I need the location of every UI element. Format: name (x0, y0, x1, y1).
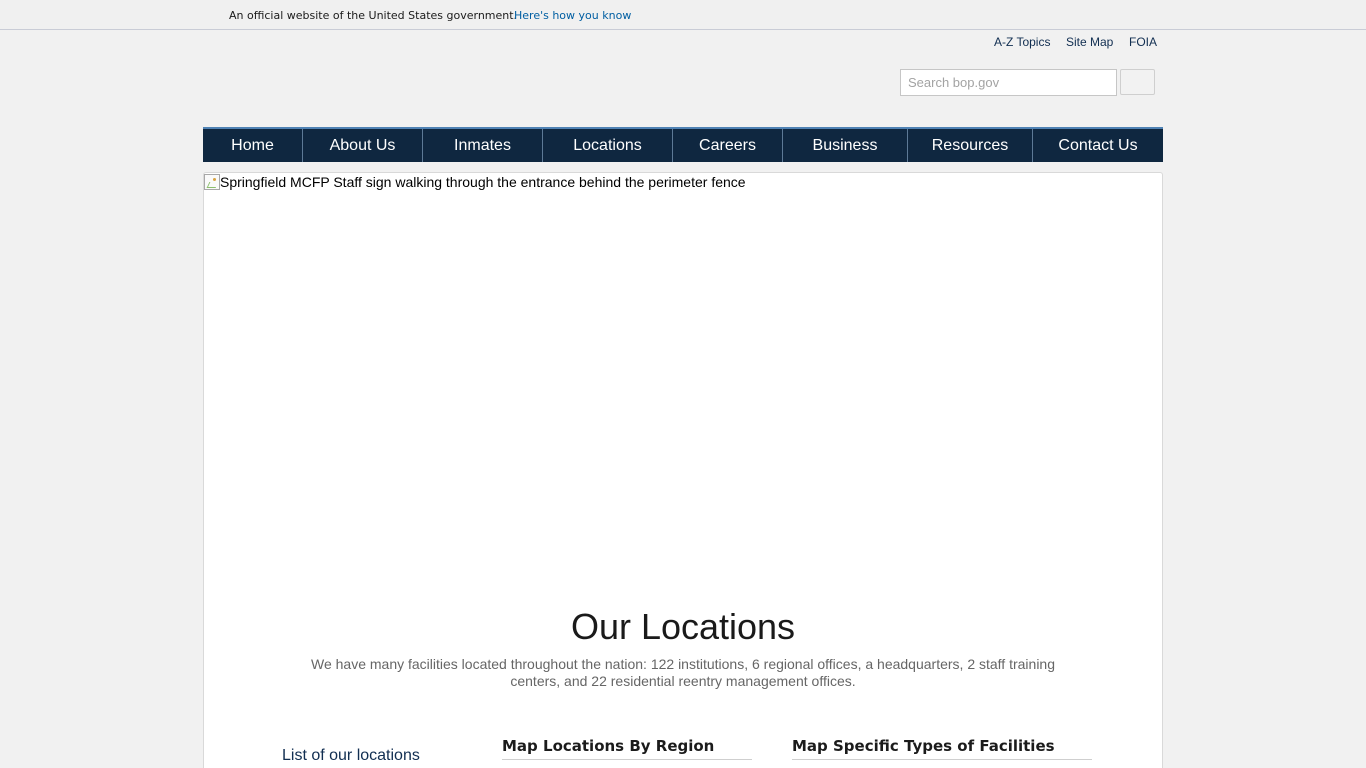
foia-link[interactable]: FOIA (1129, 35, 1157, 49)
nav-locations[interactable]: Locations (543, 129, 673, 162)
utility-links: A-Z Topics Site Map FOIA (994, 35, 1164, 51)
nav-contact-us[interactable]: Contact Us (1033, 129, 1163, 162)
gov-banner: An official website of the United States… (0, 0, 1366, 30)
hero-image: Springfield MCFP Staff sign walking thro… (204, 173, 1162, 195)
hero-alt-text: Springfield MCFP Staff sign walking thro… (220, 174, 746, 190)
list-of-locations-link[interactable]: List of our locations (282, 747, 420, 765)
nav-careers[interactable]: Careers (673, 129, 783, 162)
region-map-heading: Map Locations By Region (502, 737, 752, 760)
nav-inmates[interactable]: Inmates (423, 129, 543, 162)
az-topics-link[interactable]: A-Z Topics (994, 35, 1050, 49)
heres-how-you-know-link[interactable]: Here's how you know (514, 9, 631, 22)
nav-home[interactable]: Home (203, 129, 303, 162)
facility-types-heading: Map Specific Types of Facilities (792, 737, 1092, 760)
page-title: Our Locations (570, 606, 796, 647)
nav-about-us[interactable]: About Us (303, 129, 423, 162)
gov-banner-text: An official website of the United States… (229, 9, 518, 22)
content-panel: Springfield MCFP Staff sign walking thro… (203, 172, 1163, 768)
main-nav: Home About Us Inmates Locations Careers … (203, 127, 1163, 162)
page-description: We have many facilities located througho… (310, 656, 1056, 689)
search-button[interactable] (1120, 69, 1155, 95)
broken-image-icon (204, 174, 220, 190)
nav-resources[interactable]: Resources (908, 129, 1033, 162)
site-map-link[interactable]: Site Map (1066, 35, 1113, 49)
search-input[interactable] (900, 69, 1117, 96)
nav-business[interactable]: Business (783, 129, 908, 162)
